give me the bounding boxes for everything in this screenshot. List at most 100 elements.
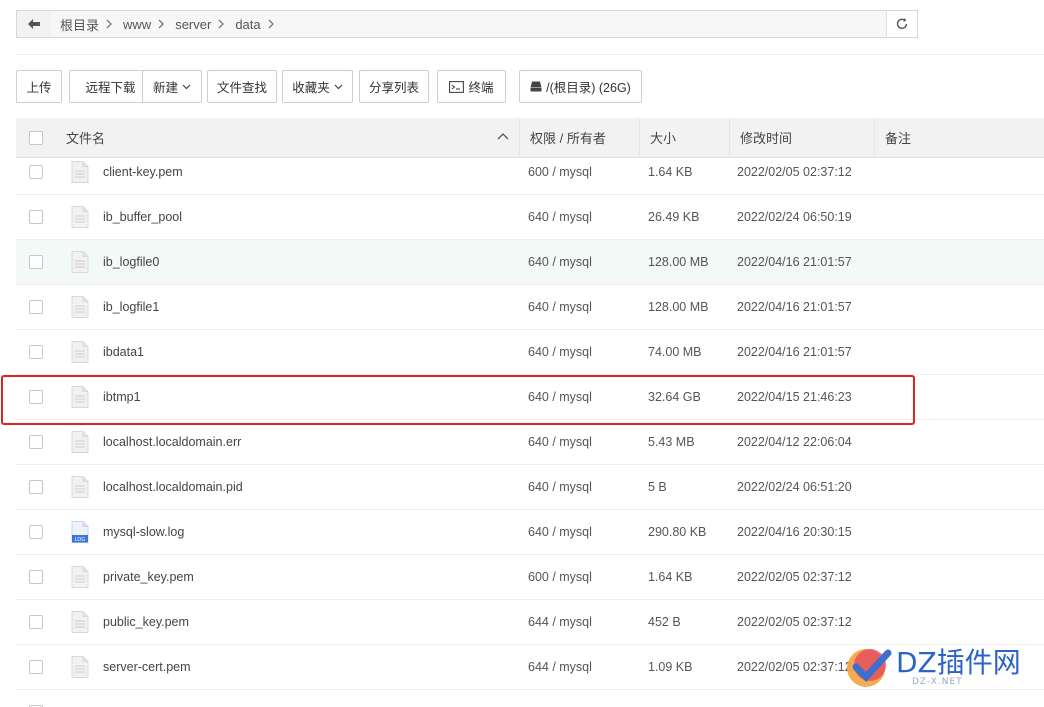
upload-button[interactable]: 上传 [16,70,62,103]
file-mtime: 2022/02/05 02:37:12 [737,660,852,674]
row-checkbox[interactable] [29,390,43,404]
file-size: 128.00 MB [648,255,709,269]
table-row[interactable]: localhost.localdomain.pid 640 / mysql 5 B 2… [16,465,1044,510]
select-all-checkbox[interactable] [29,130,43,145]
new-button[interactable]: 新建 [142,70,202,103]
row-checkbox[interactable] [29,660,43,674]
svg-text:LOG: LOG [75,537,86,543]
table-row[interactable]: LOG mysql-slow.log 640 / mysql 290.80 KB 202… [16,510,1044,555]
breadcrumb-item-server[interactable]: server [166,17,216,32]
chevron-down-icon [182,84,191,89]
chevron-right-icon [266,19,276,29]
table-row[interactable]: ibtmp1 640 / mysql 32.64 GB 2022/04/15 21:4… [16,375,1044,420]
file-name[interactable]: ib_buffer_pool [103,195,182,239]
file-mtime: 2022/02/05 02:37:12 [737,615,852,629]
refresh-button[interactable] [886,11,917,37]
file-icon [71,420,89,464]
file-name[interactable]: localhost.localdomain.err [103,420,241,464]
share-list-button[interactable]: 分享列表 [359,70,429,103]
disk-button[interactable]: /(根目录) (26G) [519,70,642,103]
table-row[interactable]: client-key.pem 600 / mysql 1.64 KB 2022/02/… [16,150,1044,195]
file-size: 5.43 MB [648,435,695,449]
refresh-icon [896,18,908,30]
file-mtime: 2022/04/16 21:01:57 [737,300,852,314]
table-row[interactable]: ib_logfile0 640 / mysql 128.00 MB 2022/04/1… [16,240,1044,285]
file-name[interactable]: ibtmp1 [103,375,141,419]
terminal-icon [449,80,465,93]
row-checkbox[interactable] [29,525,43,539]
table-row[interactable]: localhost.localdomain.err 640 / mysql 5.43… [16,420,1044,465]
table-row[interactable]: ibdata1 640 / mysql 74.00 MB 2022/04/16 21:… [16,330,1044,375]
file-mtime: 2022/02/24 06:51:20 [737,480,852,494]
breadcrumb-item-www[interactable]: www [114,17,156,32]
file-search-label: 文件查找 [216,81,267,95]
row-checkbox-cell [29,150,43,194]
disk-icon [530,81,542,92]
breadcrumb-path: 根目录 www server data [51,11,887,37]
file-size: 290.80 KB [648,525,707,539]
file-name[interactable]: ib_logfile0 [103,240,159,284]
breadcrumb-item-root[interactable]: 根目录 [51,15,104,34]
sort-up-icon[interactable] [497,132,509,140]
file-name[interactable]: mysql-slow.log [103,510,184,554]
checkmark-logo-icon [847,649,892,687]
row-checkbox[interactable] [29,345,43,359]
file-name[interactable]: client-key.pem [103,150,183,194]
row-checkbox-cell [29,600,43,644]
file-name[interactable]: server-cert.pem [103,645,191,689]
file-name[interactable]: localhost.localdomain.pid [103,465,243,509]
row-checkbox-cell [29,285,43,329]
header-perm-label: 权限 / 所有者 [530,131,606,146]
back-button[interactable] [17,11,52,37]
file-name[interactable]: private_key.pem [103,555,194,599]
file-icon [71,645,89,689]
terminal-button[interactable]: 终端 [437,70,506,103]
file-permission[interactable]: 640 / mysql [528,285,592,329]
row-checkbox[interactable] [29,300,43,314]
row-checkbox[interactable] [29,480,43,494]
breadcrumb-item-data[interactable]: data [226,17,265,32]
remote-download-button[interactable]: 远程下载 [69,70,152,103]
table-row[interactable]: private_key.pem 600 / mysql 1.64 KB 2022/02… [16,555,1044,600]
table-row[interactable]: ib_logfile1 640 / mysql 128.00 MB 2022/04/1… [16,285,1044,330]
table-row[interactable]: ib_buffer_pool 640 / mysql 26.49 KB 2022/02… [16,195,1044,240]
file-search-button[interactable]: 文件查找 [207,70,277,103]
file-permission[interactable]: 640 / mysql [528,465,592,509]
file-permission[interactable]: 640 / mysql [528,420,592,464]
upload-label: 上传 [26,81,52,95]
new-label: 新建 [152,81,178,95]
file-permission[interactable]: 600 / mysql [528,555,592,599]
row-checkbox[interactable] [29,615,43,629]
file-permission[interactable]: 640 / mysql [528,240,592,284]
row-checkbox[interactable] [29,570,43,584]
row-checkbox[interactable] [29,255,43,269]
file-mtime: 2022/04/16 21:01:57 [737,345,852,359]
chevron-right-icon [104,19,114,29]
file-permission[interactable]: 640 / mysql [528,510,592,554]
file-mtime: 2022/02/24 06:50:19 [737,210,852,224]
favorites-button[interactable]: 收藏夹 [282,70,353,103]
file-name[interactable]: ibdata1 [103,330,144,374]
file-permission[interactable]: 640 / mysql [528,195,592,239]
file-permission[interactable]: 644 / mysql [528,645,592,689]
breadcrumb: 根目录 www server data [16,10,918,38]
file-name[interactable]: public_key.pem [103,600,189,644]
file-name[interactable]: ib_logfile1 [103,285,159,329]
row-checkbox[interactable] [29,435,43,449]
file-icon [71,150,89,194]
file-icon [71,285,89,329]
file-permission[interactable]: 600 / mysql [528,150,592,194]
chevron-right-icon [216,19,226,29]
file-permission[interactable]: 644 / mysql [528,600,592,644]
file-permission[interactable]: 640 / mysql [528,330,592,374]
file-size: 1.64 KB [648,165,693,179]
row-checkbox-cell [29,195,43,239]
row-checkbox[interactable] [29,210,43,224]
chevron-right-icon [156,19,166,29]
row-checkbox-cell [29,330,43,374]
file-icon [71,195,89,239]
remote-download-label: 远程下载 [85,81,136,95]
row-checkbox[interactable] [29,165,43,179]
file-size: 26.49 KB [648,210,700,224]
file-permission[interactable]: 640 / mysql [528,375,592,419]
